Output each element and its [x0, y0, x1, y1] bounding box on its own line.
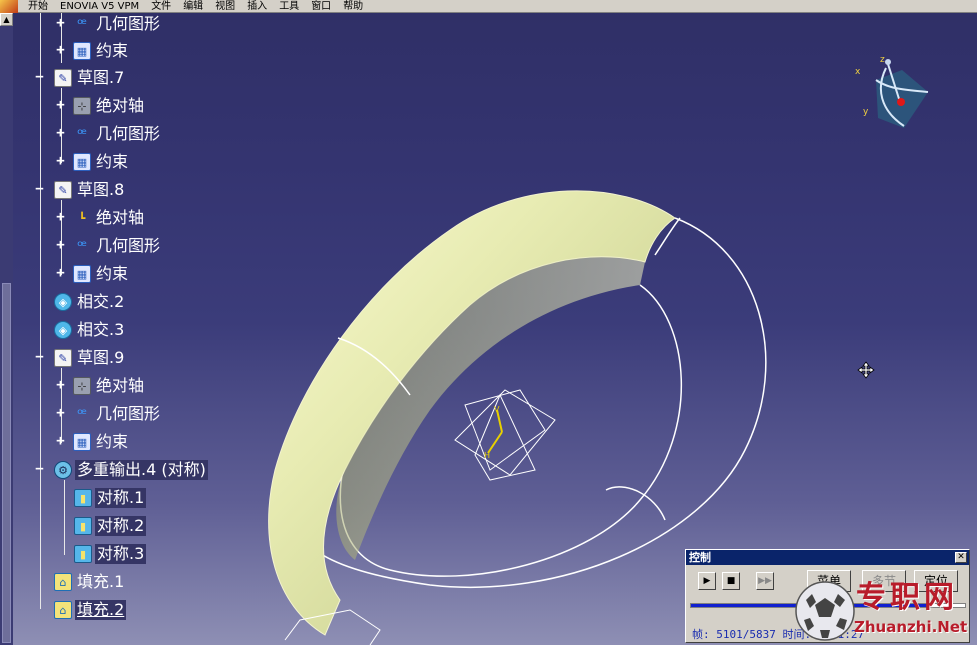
- menu-tools[interactable]: 工具: [273, 0, 305, 13]
- sketch-icon: ✎: [54, 349, 72, 367]
- symmetry-icon: ▮: [74, 545, 92, 563]
- axis-icon: ⊹: [73, 377, 91, 395]
- tree-item-sketch-8[interactable]: − ✎ 草图.8: [34, 179, 126, 201]
- tree-label: 相交.3: [77, 320, 125, 339]
- stop-button[interactable]: ■: [722, 572, 740, 590]
- menu-window[interactable]: 窗口: [305, 0, 337, 13]
- tree-label: 几何图形: [96, 124, 161, 143]
- tree-label: 绝对轴: [96, 376, 145, 395]
- tree-label: 约束: [96, 264, 129, 283]
- geometry-icon: ꟹ: [77, 405, 87, 423]
- soccer-ball-logo-icon: [795, 581, 855, 641]
- watermark-cn: 专职网: [856, 580, 958, 615]
- tree-item-sketch-9[interactable]: − ✎ 草图.9: [34, 347, 126, 369]
- seam-line-2: [605, 486, 666, 521]
- tree-item-constraints[interactable]: + ▦ 约束: [55, 263, 130, 285]
- tree-item-multi-output[interactable]: − ⚙ 多重输出.4 (对称): [34, 459, 208, 481]
- tree-item-constraints[interactable]: + ▦ 约束: [55, 431, 130, 453]
- menu-view[interactable]: 视图: [209, 0, 241, 13]
- geometry-icon: ꟹ: [77, 237, 87, 255]
- triad-h-label: H: [484, 451, 490, 460]
- tree-label: 相交.2: [77, 292, 125, 311]
- watermark: 专职网 Zhuanzhi.Net: [790, 572, 975, 644]
- symmetry-icon: ▮: [74, 517, 92, 535]
- tree-label: 约束: [96, 432, 129, 451]
- menu-insert[interactable]: 插入: [241, 0, 273, 13]
- tree-item-constraints[interactable]: + ▦ 约束: [55, 151, 130, 173]
- axis-icon: ┗: [78, 211, 86, 225]
- constraints-icon: ▦: [73, 433, 91, 451]
- tree-item-geometry[interactable]: + ꟹ 几何图形: [55, 123, 162, 145]
- catia-logo-icon[interactable]: [0, 0, 18, 13]
- tree-label: 几何图形: [96, 404, 161, 423]
- constraints-icon: ▦: [73, 265, 91, 283]
- tree-label: 对称.3: [95, 544, 147, 564]
- tree-label: 绝对轴: [96, 208, 145, 227]
- compass-icon[interactable]: x y z: [850, 50, 940, 130]
- axis-icon: ⊹: [73, 97, 91, 115]
- fill-icon: ⌂: [54, 573, 72, 591]
- tree-item-constraints-top[interactable]: + ▦ 约束: [55, 40, 130, 62]
- move-cursor-icon: [857, 361, 875, 379]
- fill-icon: ⌂: [54, 601, 72, 619]
- menu-edit[interactable]: 编辑: [177, 0, 209, 13]
- constraints-icon: ▦: [73, 153, 91, 171]
- menu-help[interactable]: 帮助: [337, 0, 369, 13]
- tree-scrollbar[interactable]: ▲: [0, 13, 13, 645]
- geometry-icon: ꟹ: [77, 125, 87, 143]
- tree-item-absolute-axis[interactable]: + ┗ 绝对轴: [55, 207, 146, 229]
- tree-item-intersect-2[interactable]: ◈ 相交.2: [40, 291, 126, 313]
- tree-item-geometry[interactable]: + ꟹ 几何图形: [55, 403, 162, 425]
- triad-v-label: V: [494, 405, 500, 414]
- compass-z-label: z: [880, 55, 885, 65]
- play-button[interactable]: ▶: [698, 572, 716, 590]
- tree-label: 对称.1: [95, 488, 147, 508]
- tree-label: 草图.9: [77, 348, 125, 367]
- axis-triad: V H: [454, 389, 556, 481]
- tree-item-fill-2[interactable]: ⌂ 填充.2: [40, 599, 127, 621]
- watermark-en: Zhuanzhi.Net: [854, 618, 968, 636]
- compass-y-label: y: [863, 107, 869, 117]
- tree-item-fill-1[interactable]: ⌂ 填充.1: [40, 571, 126, 593]
- tree-item-symmetry-2[interactable]: ▮ 对称.2: [64, 515, 147, 537]
- menu-enovia[interactable]: ENOVIA V5 VPM: [54, 0, 145, 13]
- tree-label: 草图.7: [77, 68, 125, 87]
- tree-label: 填充.1: [77, 572, 125, 591]
- tree-label: 草图.8: [77, 180, 125, 199]
- tree-item-symmetry-1[interactable]: ▮ 对称.1: [64, 487, 147, 509]
- tree-item-symmetry-3[interactable]: ▮ 对称.3: [64, 543, 147, 565]
- step-button[interactable]: ▶▶: [756, 572, 774, 590]
- close-icon[interactable]: ✕: [955, 552, 967, 563]
- tree-label: 多重输出.4 (对称): [75, 460, 208, 480]
- dialog-title: 控制: [689, 551, 711, 564]
- tree-item-geometry[interactable]: + ꟹ 几何图形: [55, 235, 162, 257]
- scroll-thumb[interactable]: [2, 283, 11, 643]
- multi-output-icon: ⚙: [54, 461, 72, 479]
- tree-label: 约束: [96, 152, 129, 171]
- compass-x-label: x: [855, 67, 861, 77]
- tree-item-absolute-axis[interactable]: + ⊹ 绝对轴: [55, 375, 146, 397]
- tree-label: 填充.2: [75, 600, 127, 620]
- constraints-icon: ▦: [73, 42, 91, 60]
- menu-start[interactable]: 开始: [22, 0, 54, 13]
- scroll-up-arrow-icon[interactable]: ▲: [0, 13, 13, 26]
- tree-label: 约束: [96, 41, 129, 60]
- intersect-icon: ◈: [54, 293, 72, 311]
- sketch-icon: ✎: [54, 69, 72, 87]
- symmetry-icon: ▮: [74, 489, 92, 507]
- tree-label: 对称.2: [95, 516, 147, 536]
- menu-file[interactable]: 文件: [145, 0, 177, 13]
- tree-item-absolute-axis[interactable]: + ⊹ 绝对轴: [55, 95, 146, 117]
- sketch-icon: ✎: [54, 181, 72, 199]
- tree-item-geometry-top[interactable]: + ꟹ 几何图形: [55, 13, 162, 35]
- tree-item-intersect-3[interactable]: ◈ 相交.3: [40, 319, 126, 341]
- intersect-icon: ◈: [54, 321, 72, 339]
- tree-label: 绝对轴: [96, 96, 145, 115]
- geometry-icon: ꟹ: [77, 15, 87, 33]
- tree-item-sketch-7[interactable]: − ✎ 草图.7: [34, 67, 126, 89]
- tree-label: 几何图形: [96, 14, 161, 33]
- menu-bar: 开始 ENOVIA V5 VPM 文件 编辑 视图 插入 工具 窗口 帮助: [0, 0, 977, 13]
- tree-label: 几何图形: [96, 236, 161, 255]
